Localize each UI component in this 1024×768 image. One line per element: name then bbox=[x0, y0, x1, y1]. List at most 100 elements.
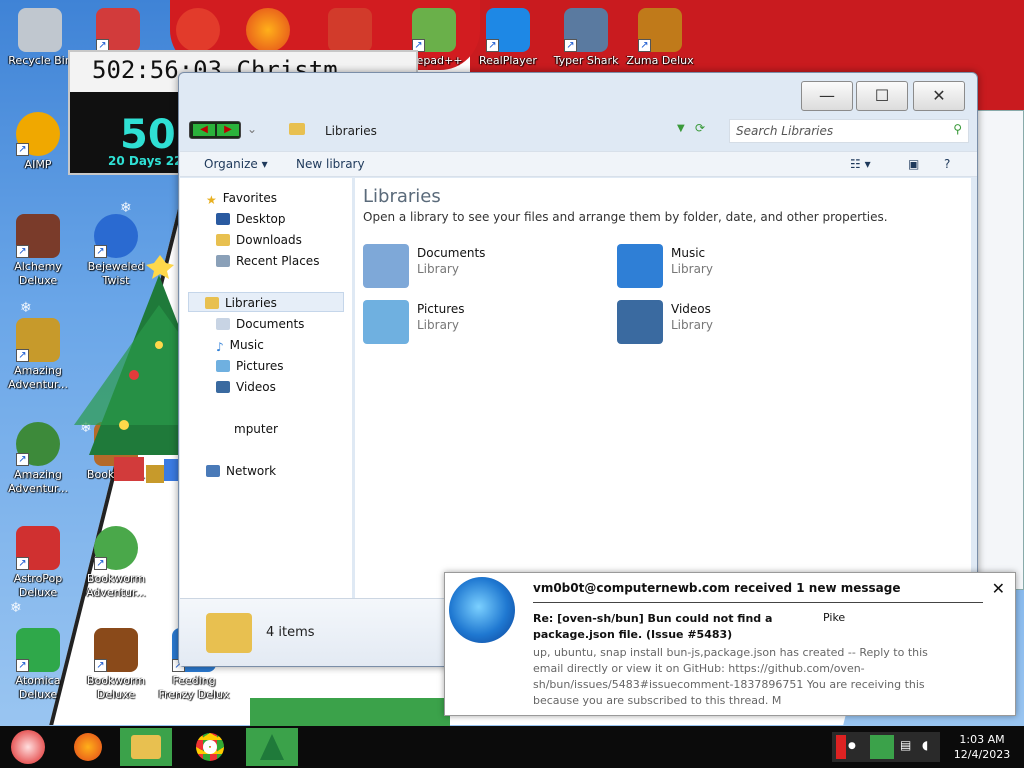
organize-label: Organize bbox=[204, 157, 258, 171]
back-arrow-icon[interactable]: ◀ bbox=[193, 124, 215, 136]
search-input[interactable]: Search Libraries ⚲ bbox=[729, 119, 969, 143]
atomica-icon: ↗ bbox=[16, 628, 60, 672]
search-icon: ⚲ bbox=[953, 122, 962, 136]
desktop-icon-aimp[interactable]: ↗ AIMP bbox=[0, 112, 76, 172]
new-library-button[interactable]: New library bbox=[296, 157, 365, 171]
nav-videos[interactable]: Videos bbox=[216, 377, 276, 397]
taskbar: ● ▤ ◖ 1:03 AM 12/4/2023 bbox=[0, 726, 1024, 768]
desktop-icon-label: AstroPop Deluxe bbox=[13, 572, 63, 599]
divider bbox=[533, 602, 983, 603]
view-options-icon[interactable]: ☷ ▾ bbox=[850, 157, 871, 171]
nav-pictures[interactable]: Pictures bbox=[216, 356, 284, 376]
mail-notification[interactable]: vm0b0t@computernewb.com received 1 new m… bbox=[444, 572, 1016, 716]
desktop-icon-label: Zuma Delux bbox=[626, 54, 694, 67]
organize-button[interactable]: Organize ▾ bbox=[204, 157, 268, 171]
refresh-icon[interactable]: ⟳ bbox=[695, 121, 705, 135]
shortcut-arrow-icon: ↗ bbox=[94, 659, 107, 672]
desktop-icon bbox=[216, 213, 230, 225]
nav-recent-places[interactable]: Recent Places bbox=[216, 251, 319, 271]
nav-label: Documents bbox=[236, 317, 305, 331]
desktop-icon-zuma[interactable]: ↗ Zuma Delux bbox=[622, 8, 698, 68]
network-icon bbox=[206, 465, 220, 477]
desktop-icon-label: Recycle Bin bbox=[8, 54, 72, 67]
desktop-icon-game[interactable] bbox=[160, 8, 236, 54]
library-item-documents[interactable]: Documents Library bbox=[363, 242, 603, 290]
countdown-days: 20 Days 22 bbox=[108, 154, 183, 168]
taskbar-explorer[interactable] bbox=[120, 728, 172, 766]
message-subject: Re: [oven-sh/bun] Bun could not find a p… bbox=[533, 612, 773, 641]
shortcut-arrow-icon: ↗ bbox=[16, 349, 29, 362]
desktop-icon-bookworm-deluxe[interactable]: ↗ Bookworm Deluxe bbox=[78, 628, 154, 702]
desktop-icon-astropop[interactable]: ↗ AstroPop Deluxe bbox=[0, 526, 76, 600]
videos-icon bbox=[216, 381, 230, 393]
nav-label: mputer bbox=[234, 422, 278, 436]
shark-icon: ↗ bbox=[564, 8, 608, 52]
bookworm-deluxe-icon: ↗ bbox=[94, 628, 138, 672]
nav-computer[interactable]: mputer bbox=[234, 419, 278, 439]
recent-places-icon bbox=[216, 255, 230, 267]
tray-dot-icon[interactable]: ● bbox=[848, 741, 856, 751]
close-button[interactable]: ✕ bbox=[913, 81, 965, 111]
library-name: Videos bbox=[671, 302, 711, 316]
desktop-icon-typer-shark[interactable]: ↗ Typer Shark bbox=[548, 8, 624, 68]
chevron-down-icon: ▾ bbox=[261, 157, 268, 171]
library-item-pictures[interactable]: Pictures Library bbox=[363, 298, 603, 346]
library-item-videos[interactable]: Videos Library bbox=[617, 298, 857, 346]
page-subtitle: Open a library to see your files and arr… bbox=[363, 210, 888, 224]
alchemy-icon: ↗ bbox=[16, 214, 60, 258]
aimp-icon: ↗ bbox=[16, 112, 60, 156]
forward-arrow-icon[interactable]: ▶ bbox=[217, 124, 239, 136]
taskbar-chrome[interactable] bbox=[184, 728, 236, 766]
nav-downloads[interactable]: Downloads bbox=[216, 230, 302, 250]
library-type: Library bbox=[671, 262, 713, 276]
documents-library-icon bbox=[363, 244, 409, 288]
item-count: 4 items bbox=[266, 625, 315, 640]
desktop-icon-bookworm-adventures[interactable]: ↗ Bookworm Adventur... bbox=[78, 526, 154, 600]
clock-time: 1:03 AM bbox=[959, 733, 1005, 746]
game-icon bbox=[176, 8, 220, 52]
minimize-button[interactable]: — bbox=[801, 81, 853, 111]
network-tray-icon[interactable]: ▤ bbox=[900, 738, 911, 752]
recent-pages-chevron-icon[interactable]: ⌄ bbox=[247, 122, 257, 136]
close-icon[interactable]: ✕ bbox=[992, 579, 1005, 598]
address-row: ◀ ▶ ⌄ Libraries ▼ ⟳ Search Libraries ⚲ bbox=[189, 119, 969, 143]
nav-label: Music bbox=[229, 338, 264, 352]
nav-favorites[interactable]: ★ Favorites bbox=[206, 188, 277, 208]
desktop-icon-game[interactable]: ↗ bbox=[80, 8, 156, 54]
volume-icon[interactable]: ◖ bbox=[922, 738, 928, 752]
nav-libraries[interactable]: Libraries bbox=[188, 292, 344, 312]
libraries-icon bbox=[205, 297, 219, 309]
nav-network[interactable]: Network bbox=[206, 461, 276, 481]
taskbar-firefox[interactable] bbox=[62, 728, 114, 766]
start-button[interactable] bbox=[2, 728, 54, 766]
library-item-music[interactable]: Music Library bbox=[617, 242, 857, 290]
system-tray: ● ▤ ◖ bbox=[832, 732, 940, 762]
desktop-icon-label: Amazing Adventur... bbox=[8, 364, 68, 391]
tray-action-center-icon[interactable] bbox=[870, 735, 894, 759]
dropdown-arrow-icon[interactable]: ▼ bbox=[677, 123, 685, 134]
nav-label: Libraries bbox=[225, 296, 277, 310]
tray-flag-icon[interactable] bbox=[836, 735, 846, 759]
nav-label: Downloads bbox=[236, 233, 302, 247]
taskbar-clock[interactable]: 1:03 AM 12/4/2023 bbox=[944, 732, 1020, 762]
nav-documents[interactable]: Documents bbox=[216, 314, 304, 334]
snowflake-icon: ❄ bbox=[20, 300, 32, 316]
nav-music[interactable]: ♪ Music bbox=[216, 335, 264, 355]
desktop-icon-firefox[interactable] bbox=[230, 8, 306, 54]
torii-icon bbox=[328, 8, 372, 52]
desktop-icon-atomica[interactable]: ↗ Atomica Deluxe bbox=[0, 628, 76, 702]
address-bar[interactable]: Libraries ▼ ⟳ bbox=[285, 119, 715, 143]
desktop-icon-recycle-bin[interactable]: Recycle Bin bbox=[2, 8, 78, 68]
nav-desktop[interactable]: Desktop bbox=[216, 209, 286, 229]
desktop-icon-shrine[interactable] bbox=[312, 8, 388, 54]
desktop-icon-realplayer[interactable]: ↗ RealPlayer bbox=[470, 8, 546, 68]
shortcut-arrow-icon: ↗ bbox=[486, 39, 499, 52]
maximize-button[interactable]: ☐ bbox=[856, 81, 908, 111]
help-icon[interactable]: ? bbox=[944, 157, 950, 171]
nav-buttons: ◀ ▶ bbox=[189, 121, 241, 139]
desktop-icon-label: Atomica Deluxe bbox=[15, 674, 61, 701]
downloads-folder-icon bbox=[216, 234, 230, 246]
folder-icon bbox=[289, 123, 305, 135]
preview-pane-icon[interactable]: ▣ bbox=[908, 157, 919, 171]
taskbar-tree[interactable] bbox=[246, 728, 298, 766]
